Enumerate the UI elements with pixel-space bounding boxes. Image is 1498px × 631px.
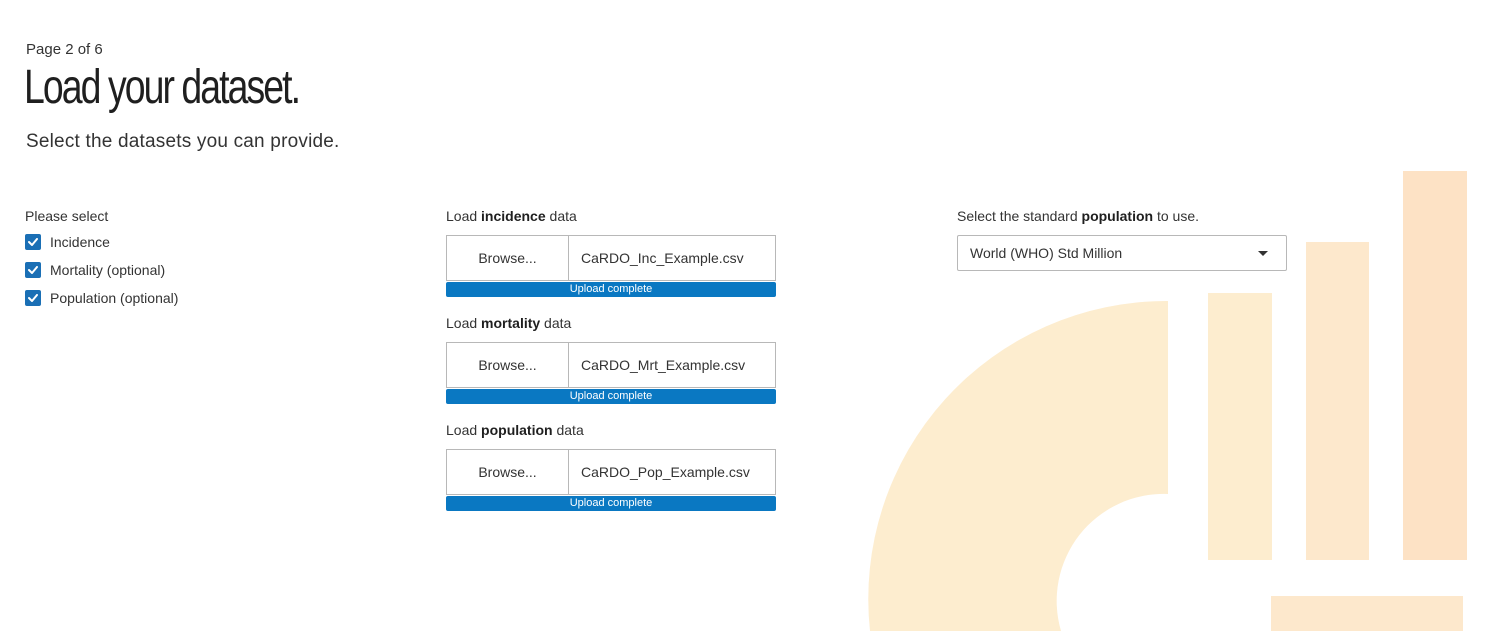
- page-subtitle: Select the datasets you can provide.: [26, 131, 340, 152]
- checkbox-label: Population (optional): [50, 290, 179, 306]
- file-name: CaRDO_Inc_Example.csv: [581, 250, 744, 266]
- page: Page 2 of 6 Load your dataset. Select th…: [0, 0, 1498, 631]
- upload-label-suffix: data: [552, 422, 584, 438]
- file-name: CaRDO_Pop_Example.csv: [581, 464, 750, 480]
- decorative-base: [1271, 596, 1463, 631]
- population-label-bold: population: [1081, 208, 1154, 224]
- upload-progress-bar: Upload complete: [446, 496, 776, 511]
- page-title: Load your dataset.: [24, 61, 301, 114]
- dataset-selection-label: Please select: [25, 208, 109, 224]
- caret-down-icon: [1258, 250, 1268, 256]
- checkbox-mortality[interactable]: Mortality (optional): [25, 260, 178, 280]
- upload-label: Load mortality data: [446, 315, 776, 331]
- check-icon: [28, 238, 38, 246]
- upload-label: Load population data: [446, 422, 776, 438]
- upload-label-prefix: Load: [446, 422, 482, 438]
- checkbox-box[interactable]: [25, 262, 41, 278]
- checkbox-label: Incidence: [50, 234, 110, 250]
- upload-mortality: Load mortality data Browse... CaRDO_Mrt_…: [446, 315, 776, 404]
- upload-label-prefix: Load: [446, 315, 482, 331]
- file-input[interactable]: Browse... CaRDO_Inc_Example.csv: [446, 235, 776, 281]
- population-dropdown-value: World (WHO) Std Million: [970, 245, 1123, 261]
- browse-button[interactable]: Browse...: [447, 450, 569, 494]
- checkbox-population[interactable]: Population (optional): [25, 288, 178, 308]
- checkbox-label: Mortality (optional): [50, 262, 166, 278]
- upload-progress-bar: Upload complete: [446, 389, 776, 404]
- upload-label-bold: incidence: [481, 208, 546, 224]
- population-selection: Select the standard population to use. W…: [957, 208, 1287, 271]
- upload-label-bold: mortality: [481, 315, 541, 331]
- population-label-suffix: to use.: [1153, 208, 1199, 224]
- decorative-bar-2: [1306, 242, 1369, 560]
- check-icon: [28, 294, 38, 302]
- upload-section: Load incidence data Browse... CaRDO_Inc_…: [446, 208, 776, 529]
- browse-button[interactable]: Browse...: [447, 343, 569, 387]
- checkbox-box[interactable]: [25, 290, 41, 306]
- page-counter: Page 2 of 6: [26, 41, 103, 58]
- upload-label: Load incidence data: [446, 208, 776, 224]
- upload-incidence: Load incidence data Browse... CaRDO_Inc_…: [446, 208, 776, 297]
- population-dropdown[interactable]: World (WHO) Std Million: [957, 235, 1287, 271]
- upload-label-bold: population: [481, 422, 553, 438]
- file-input[interactable]: Browse... CaRDO_Pop_Example.csv: [446, 449, 776, 495]
- checkbox-box[interactable]: [25, 234, 41, 250]
- upload-population: Load population data Browse... CaRDO_Pop…: [446, 422, 776, 511]
- upload-label-prefix: Load: [446, 208, 482, 224]
- upload-label-suffix: data: [540, 315, 572, 331]
- population-label-prefix: Select the standard: [957, 208, 1082, 224]
- upload-progress-bar: Upload complete: [446, 282, 776, 297]
- population-select-label: Select the standard population to use.: [957, 208, 1287, 224]
- upload-label-suffix: data: [545, 208, 577, 224]
- browse-button[interactable]: Browse...: [447, 236, 569, 280]
- decorative-ring: [868, 300, 1168, 631]
- file-input[interactable]: Browse... CaRDO_Mrt_Example.csv: [446, 342, 776, 388]
- checkbox-incidence[interactable]: Incidence: [25, 232, 178, 252]
- file-name: CaRDO_Mrt_Example.csv: [581, 357, 746, 373]
- decorative-bar-1: [1208, 293, 1272, 560]
- check-icon: [28, 266, 38, 274]
- dataset-selection: Please select Incidence Mortality (optio…: [25, 208, 178, 308]
- decorative-bar-3: [1403, 171, 1467, 560]
